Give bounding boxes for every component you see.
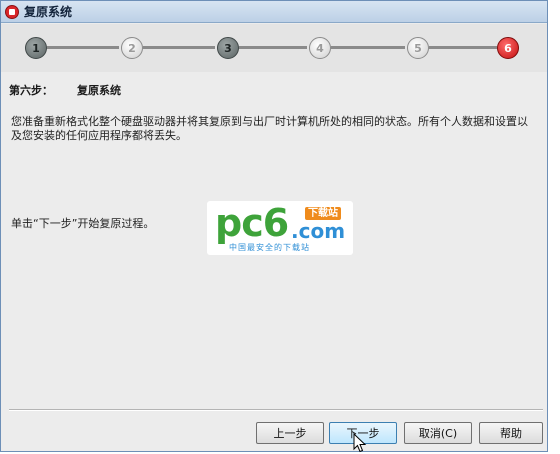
step-4-indicator: 4: [309, 37, 331, 59]
step-label: 第六步：: [9, 84, 53, 97]
step-3-indicator: 3: [217, 37, 239, 59]
step-title: 复原系统: [77, 84, 121, 97]
watermark-brand: pc6: [215, 201, 289, 245]
prev-button[interactable]: 上一步: [256, 422, 324, 444]
mouse-cursor-icon: [353, 433, 367, 453]
step-connector: [429, 46, 497, 49]
step-heading: 第六步： 复原系统: [9, 82, 121, 98]
cancel-button[interactable]: 取消(C): [404, 422, 472, 444]
step-connector: [239, 46, 307, 49]
step-progress: 1 2 3 4 5 6: [1, 24, 547, 72]
step-2-indicator: 2: [121, 37, 143, 59]
step-connector: [143, 46, 215, 49]
step-description: 您准备重新格式化整个硬盘驱动器并将其复原到与出厂时计算机所处的相同的状态。所有个…: [11, 115, 528, 142]
button-divider: [9, 409, 543, 411]
step-1-indicator: 1: [25, 37, 47, 59]
help-button[interactable]: 帮助: [479, 422, 543, 444]
window-title: 复原系统: [24, 5, 73, 19]
title-bar[interactable]: 复原系统: [1, 1, 547, 23]
watermark-tagline: 中国最安全的下载站: [229, 243, 310, 252]
watermark-domain: .com: [291, 219, 346, 243]
watermark-logo: pc6 下载站 .com 中国最安全的下载站: [207, 201, 353, 255]
step-6-indicator: 6: [497, 37, 519, 59]
step-instruction: 单击“下一步”开始复原过程。: [11, 217, 155, 230]
restore-window: 复原系统 1 2 3 4 5 6 第六步： 复原系统 您准备重新格式化整个硬盘驱动…: [0, 0, 548, 453]
app-icon: [5, 4, 19, 19]
step-5-indicator: 5: [407, 37, 429, 59]
step-connector: [331, 46, 405, 49]
step-connector: [47, 46, 119, 49]
